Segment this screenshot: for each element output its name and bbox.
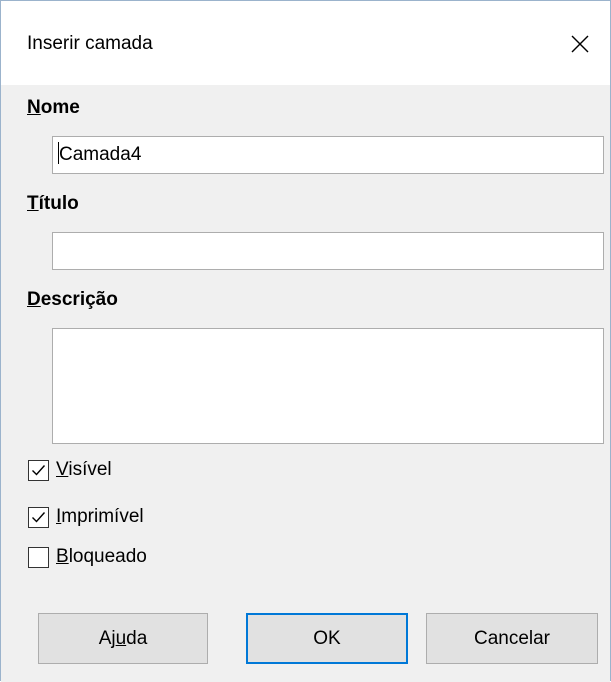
name-field-value: Camada4	[59, 144, 142, 165]
locked-checkbox[interactable]	[28, 546, 49, 568]
description-label-mnemonic: D	[27, 289, 41, 310]
locked-label-rest: loqueado	[68, 546, 147, 567]
ok-button[interactable]: OK	[246, 613, 408, 664]
title-label-rest: ítulo	[38, 193, 79, 214]
help-label-post: da	[126, 628, 148, 649]
title-label-mnemonic: T	[27, 193, 39, 214]
name-label-rest: ome	[40, 97, 80, 118]
printable-checkbox[interactable]	[28, 506, 49, 528]
locked-label: Bloqueado	[56, 545, 147, 569]
close-icon	[571, 35, 589, 53]
printable-label: Imprimível	[56, 505, 144, 529]
visible-option[interactable]: Visível	[28, 457, 112, 483]
title-bar: Inserir camada	[1, 1, 610, 85]
checkmark-icon	[32, 511, 46, 523]
name-label: Nome	[27, 96, 80, 120]
printable-option[interactable]: Imprimível	[28, 504, 144, 530]
description-label-rest: escrição	[40, 289, 118, 310]
dialog-title: Inserir camada	[27, 33, 153, 54]
name-label-mnemonic: N	[27, 97, 41, 118]
insert-layer-dialog: Inserir camada Nome Camada4 Título Descr…	[0, 0, 611, 682]
name-field[interactable]: Camada4	[52, 136, 604, 174]
cancel-button[interactable]: Cancelar	[426, 613, 598, 664]
close-button[interactable]	[551, 21, 607, 67]
locked-label-mnemonic: B	[56, 546, 69, 567]
printable-label-rest: mprimível	[61, 506, 144, 527]
help-button[interactable]: Ajuda	[38, 613, 208, 664]
title-label: Título	[27, 192, 79, 216]
description-field[interactable]	[52, 328, 604, 444]
visible-label-rest: isível	[68, 459, 112, 480]
visible-label-mnemonic: V	[56, 459, 69, 480]
help-label-pre: Aj	[98, 628, 116, 649]
visible-checkbox[interactable]	[28, 459, 49, 481]
locked-option[interactable]: Bloqueado	[28, 544, 147, 570]
title-field[interactable]	[52, 232, 604, 270]
description-label: Descrição	[27, 288, 118, 312]
help-label-mnemonic: u	[115, 628, 127, 649]
checkmark-icon	[32, 464, 46, 476]
visible-label: Visível	[56, 458, 112, 482]
